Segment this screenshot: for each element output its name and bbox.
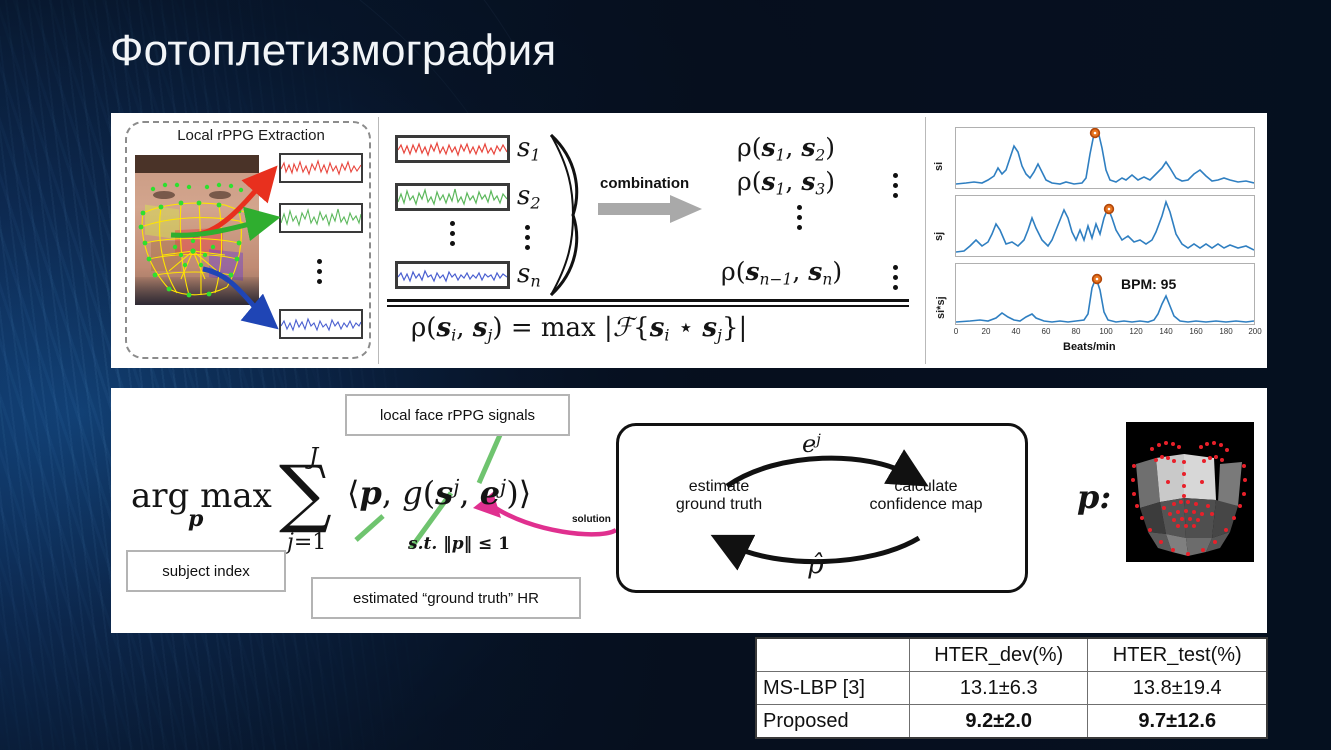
solution-label: solution <box>572 514 611 525</box>
cycle-top-symbol: ej <box>802 430 821 458</box>
x-tick-100: 100 <box>1099 327 1113 336</box>
ellipsis-vertical-signals <box>450 221 455 246</box>
formula-rule-lower <box>387 305 909 307</box>
callout-local-face-rppg: local face rPPG signals <box>345 394 570 436</box>
row-label-ms-lbp: MS-LBP [3] <box>755 671 910 705</box>
callout-estimated-ground-truth-hr: estimated “ground truth” HR <box>311 577 581 619</box>
cycle-bottom-symbol: p̂ <box>807 550 824 580</box>
x-tick-0: 0 <box>953 327 959 336</box>
table-header-hter-dev: HTER_dev(%) <box>908 637 1089 672</box>
signal-trace-green <box>280 207 362 227</box>
plot-ylabel-si: si <box>933 161 945 171</box>
correlation-term-n: ρ(sn−1, sn) <box>721 257 843 289</box>
row-label-proposed: Proposed <box>755 704 910 739</box>
x-tick-140: 140 <box>1159 327 1173 336</box>
panel-divider <box>925 117 926 364</box>
x-tick-120: 120 <box>1129 327 1143 336</box>
x-tick-40: 40 <box>1011 327 1021 336</box>
leader-subject-index <box>354 514 385 542</box>
cycle-calculate-line1: calculate <box>894 478 958 495</box>
signal-trace-green-large <box>397 187 508 206</box>
ms-lbp-hter-dev: 13.1±6.3 <box>908 671 1089 705</box>
signal-trace-red <box>280 159 362 176</box>
signal-box-s2-small <box>279 203 363 233</box>
signal-trace-blue <box>280 317 362 332</box>
x-tick-200: 200 <box>1248 327 1262 336</box>
page-title: Фотоплетизмография <box>110 26 557 75</box>
spectrum-plot-sj <box>955 195 1255 257</box>
table-header-row: HTER_dev(%) HTER_test(%) <box>755 637 1268 672</box>
signal-box-s2 <box>395 183 510 211</box>
x-tick-20: 20 <box>981 327 991 336</box>
correlation-term-2: ρ(s1, s3) <box>737 167 836 199</box>
peak-marker-sj <box>1103 203 1115 215</box>
iteration-cycle-box: ej p̂ estimate ground truth calculate co… <box>616 423 1028 593</box>
signal-trace-red-large <box>397 141 508 157</box>
objective-constraint: s.t. ‖p‖ ≤ 1 <box>408 534 510 554</box>
ellipsis-vertical-correlations-right <box>893 173 898 198</box>
face-mesh-overlay <box>138 182 254 298</box>
ellipsis-vertical-correlations <box>797 205 802 230</box>
label-s2: s2 <box>517 181 541 213</box>
summation-sigma: ∑ <box>279 450 332 536</box>
sum-lower-limit: j=1 <box>287 530 327 555</box>
rppg-pipeline-figure: Local rPPG Extraction s1 s2 sn combinati… <box>111 113 1267 368</box>
callout-subject-index: subject index <box>126 550 286 592</box>
signal-trace-blue-large <box>397 269 508 283</box>
proposed-hter-dev: 9.2±2.0 <box>908 704 1089 739</box>
results-table: HTER_dev(%) HTER_test(%) MS-LBP [3] 13.1… <box>755 637 1268 739</box>
cycle-estimate-line1: estimate <box>688 478 750 495</box>
face-mesh-image <box>135 155 259 305</box>
ellipsis-vertical-extraction <box>317 259 322 284</box>
x-axis-label: Beats/min <box>1063 341 1116 353</box>
peak-marker-si <box>1089 128 1101 139</box>
correlation-definition-formula: ρ(si, sj) = max |ℱ{si ⋆ sj}| <box>411 313 748 345</box>
plot-ylabel-si-sj: si*sj <box>935 296 947 319</box>
plot-ylabel-sj: sj <box>933 231 945 241</box>
confidence-map-regions <box>1126 422 1254 562</box>
panel-divider <box>378 117 379 364</box>
cycle-step-estimate: estimate ground truth <box>639 478 799 515</box>
confidence-map-label: p: <box>1077 478 1112 516</box>
table-row: MS-LBP [3] 13.1±6.3 13.8±19.4 <box>755 671 1268 705</box>
spectrum-plot-si <box>955 127 1255 189</box>
label-sn: sn <box>517 259 541 291</box>
combination-arrow <box>598 195 702 223</box>
spectrum-plot-si-sj <box>955 263 1255 325</box>
curly-brace <box>549 133 579 297</box>
table-header-blank <box>755 637 910 672</box>
signal-box-s1 <box>395 135 510 163</box>
objective-body: ⟨p, g(sj, ej)⟩ <box>347 474 532 512</box>
x-tick-180: 180 <box>1219 327 1233 336</box>
ms-lbp-hter-test: 13.8±19.4 <box>1087 671 1268 705</box>
table-row: Proposed 9.2±2.0 9.7±12.6 <box>755 704 1268 739</box>
objective-argmax-sub: p <box>188 506 204 532</box>
signal-box-sn-small <box>279 309 363 339</box>
local-rppg-extraction-title: Local rPPG Extraction <box>177 127 325 144</box>
correlation-term-1: ρ(s1, s2) <box>737 133 836 165</box>
proposed-hter-test: 9.7±12.6 <box>1087 704 1268 739</box>
cycle-step-calculate: calculate confidence map <box>835 478 1017 515</box>
x-tick-160: 160 <box>1189 327 1203 336</box>
ellipsis-vertical-correlations-right2 <box>893 265 898 290</box>
formula-rule-upper <box>387 299 909 302</box>
signal-box-s1-small <box>279 153 363 183</box>
bpm-annotation: BPM: 95 <box>1121 276 1177 292</box>
label-s1: s1 <box>517 133 541 165</box>
combination-label: combination <box>600 175 690 192</box>
signal-box-sn <box>395 261 510 289</box>
cycle-calculate-line2: confidence map <box>869 496 983 514</box>
cycle-estimate-line2: ground truth <box>675 496 763 514</box>
table-header-hter-test: HTER_test(%) <box>1087 637 1268 672</box>
confidence-map-image <box>1126 422 1254 562</box>
optimization-figure: arg max p J ∑ j=1 ⟨p, g(sj, ej)⟩ s.t. ‖p… <box>111 388 1267 633</box>
ellipsis-vertical-labels <box>525 225 530 250</box>
peak-marker-si-sj <box>1091 273 1103 285</box>
x-tick-60: 60 <box>1041 327 1051 336</box>
x-tick-80: 80 <box>1071 327 1081 336</box>
